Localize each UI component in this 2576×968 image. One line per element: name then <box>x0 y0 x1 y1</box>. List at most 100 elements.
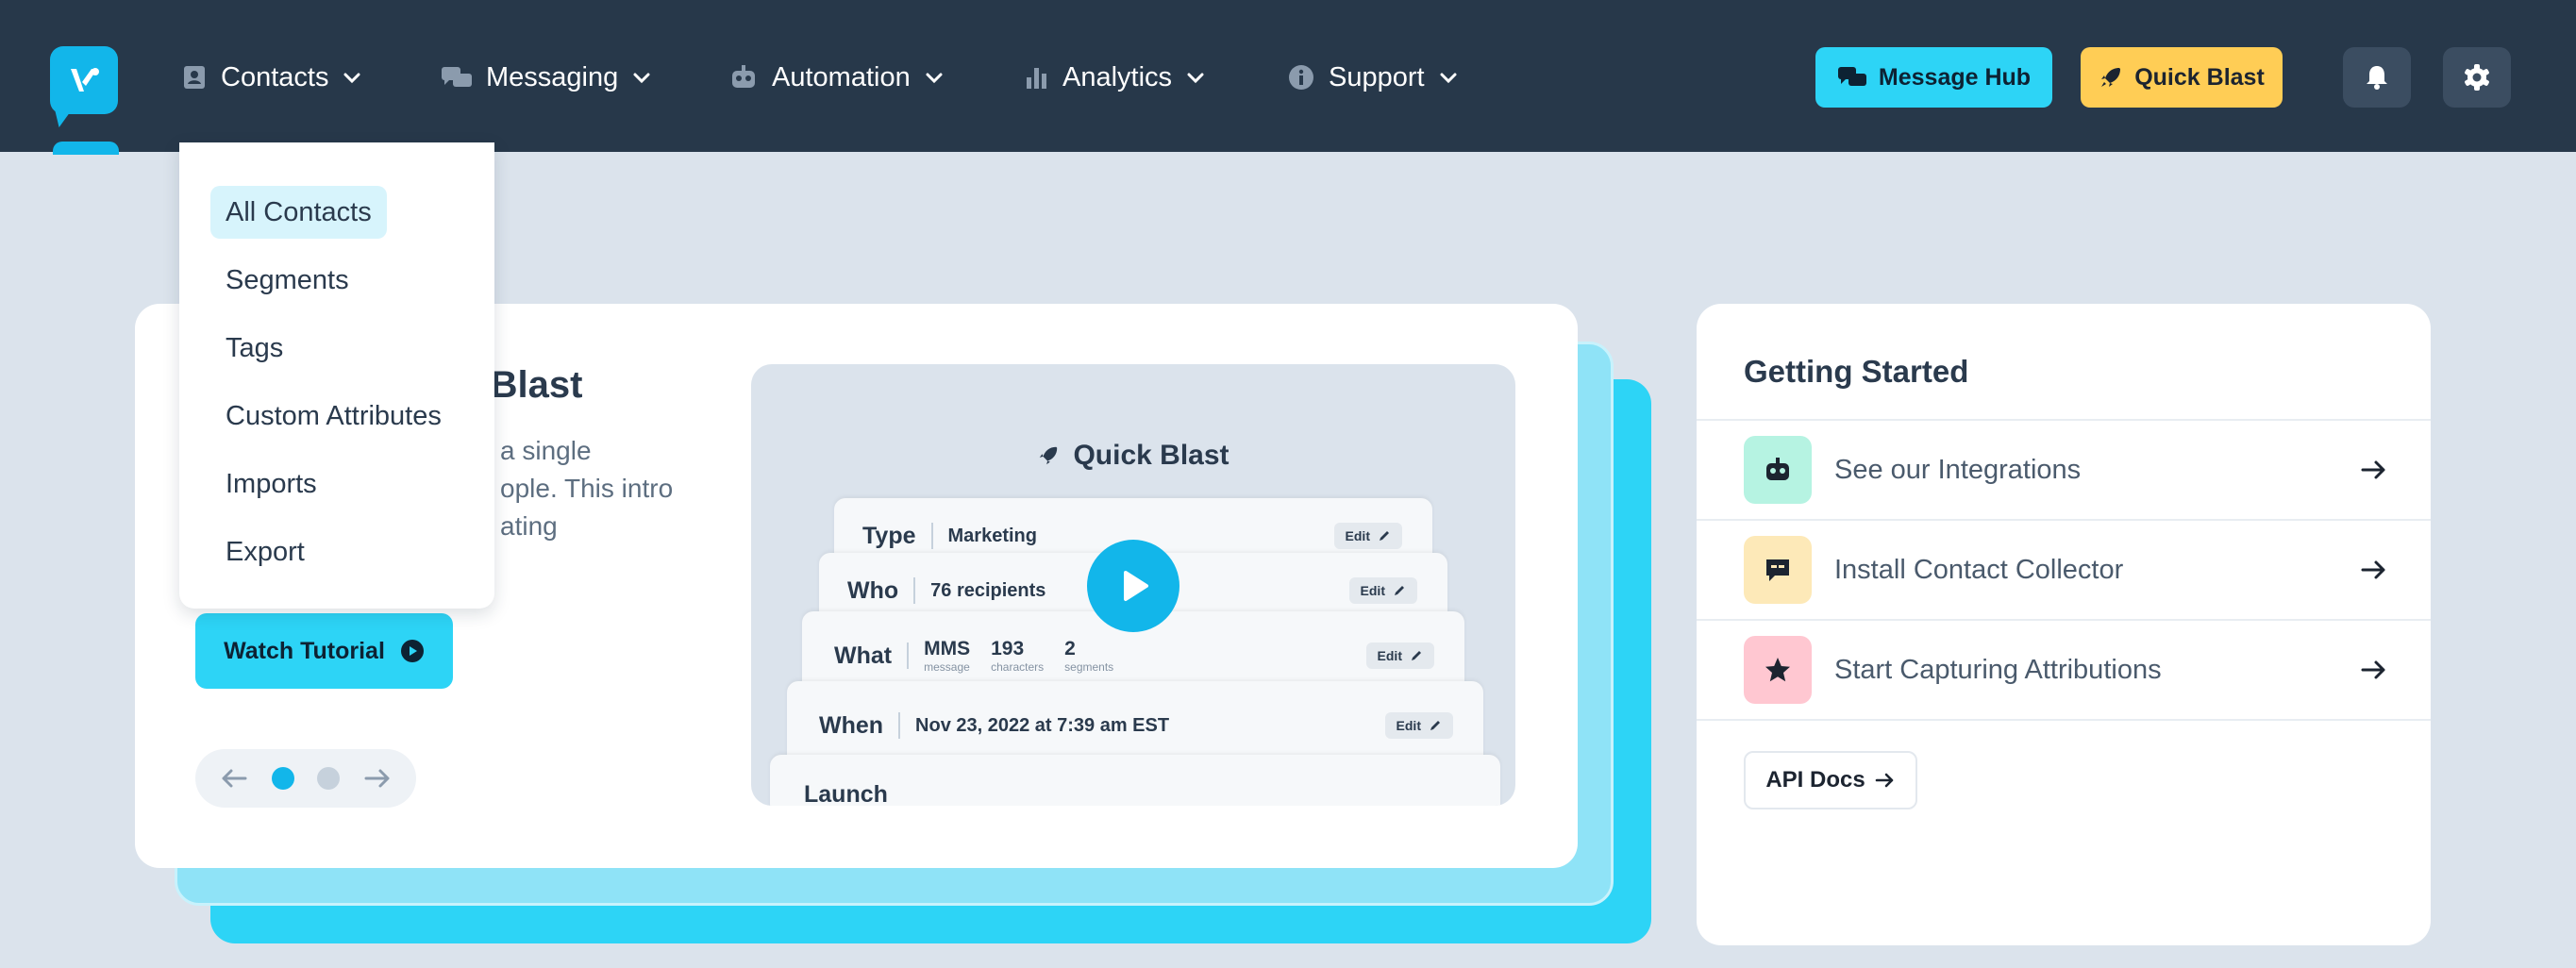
attributions-icon-tile <box>1744 636 1812 704</box>
message-hub-label: Message Hub <box>1878 63 2032 91</box>
menu-item-imports[interactable]: Imports <box>210 458 332 510</box>
watch-tutorial-button[interactable]: Watch Tutorial <box>195 613 453 689</box>
hero-desc-line: ople. This intro <box>500 474 674 503</box>
play-video-button[interactable] <box>1087 540 1179 632</box>
edit-label: Edit <box>1360 583 1385 598</box>
api-docs-label: API Docs <box>1765 767 1865 793</box>
carousel-dot-2[interactable] <box>317 767 341 790</box>
play-circle-icon <box>400 640 424 662</box>
play-icon <box>1124 571 1148 601</box>
preview-title: Quick Blast <box>751 440 1515 472</box>
row-key: When <box>819 711 884 739</box>
stat-value: 193 <box>991 638 1025 659</box>
edit-button: Edit <box>1384 712 1453 739</box>
notifications-button[interactable] <box>2343 47 2411 108</box>
contact-collector-icon-tile <box>1744 536 1812 604</box>
chat-bubble-icon <box>1766 559 1789 581</box>
carousel-pager <box>195 749 416 808</box>
nav-contacts[interactable]: Contacts <box>181 49 362 106</box>
chevron-down-icon <box>1440 73 1457 84</box>
preview-title-text: Quick Blast <box>1073 440 1229 471</box>
nav-messaging[interactable]: Messaging <box>441 49 652 106</box>
row-value: 76 recipients <box>930 579 1046 601</box>
edit-button: Edit <box>1348 577 1417 604</box>
row-key: Who <box>847 576 899 604</box>
edit-button: Edit <box>1333 523 1402 549</box>
arrow-right-icon <box>2361 660 2385 679</box>
nav-analytics-label: Analytics <box>1062 61 1173 92</box>
message-hub-button[interactable]: Message Hub <box>1815 47 2052 108</box>
rocket-icon <box>2101 68 2121 87</box>
info-icon <box>1289 65 1313 90</box>
pencil-icon <box>1380 531 1389 541</box>
contacts-dropdown-menu: All Contacts Segments Tags Custom Attrib… <box>179 142 494 609</box>
hero-description: a single ople. This intro ating <box>500 432 708 545</box>
gs-item-label: Install Contact Collector <box>1834 554 2124 585</box>
robot-icon <box>732 65 755 88</box>
nav-support-label: Support <box>1329 61 1425 92</box>
pencil-icon <box>1395 586 1404 595</box>
watch-tutorial-label: Watch Tutorial <box>224 637 385 664</box>
getting-started-item-contact-collector[interactable]: Install Contact Collector <box>1697 519 2431 619</box>
settings-button[interactable] <box>2443 47 2511 108</box>
menu-item-tags[interactable]: Tags <box>210 322 298 375</box>
nav-analytics[interactable]: Analytics <box>1023 49 1206 106</box>
preview-row-launch: Launch <box>770 755 1500 806</box>
arrow-right-icon <box>2361 560 2385 579</box>
contact-card-icon <box>184 66 205 89</box>
stat-value: MMS <box>924 638 971 659</box>
row-separator <box>907 643 910 669</box>
chevron-down-icon <box>926 73 943 84</box>
gs-item-label: See our Integrations <box>1834 454 2082 485</box>
menu-item-custom-attributes[interactable]: Custom Attributes <box>210 390 457 442</box>
bar-chart-icon <box>1027 68 1046 89</box>
robot-icon <box>1766 458 1789 480</box>
row-key: Launch <box>804 781 888 806</box>
quick-blast-label: Quick Blast <box>2134 63 2265 91</box>
hero-desc-line: ating <box>500 511 558 541</box>
edit-label: Edit <box>1377 648 1402 663</box>
getting-started-item-attributions[interactable]: Start Capturing Attributions <box>1697 619 2431 719</box>
row-value: Marketing <box>947 525 1037 546</box>
arrow-right-icon[interactable] <box>363 767 392 790</box>
arrow-right-icon <box>1875 773 1893 788</box>
row-separator <box>898 712 901 739</box>
bell-icon <box>2367 66 2387 90</box>
what-stat: 2 segments <box>1064 638 1113 674</box>
menu-item-export[interactable]: Export <box>210 526 320 578</box>
pencil-icon <box>1412 651 1421 660</box>
nav-support[interactable]: Support <box>1287 49 1459 106</box>
edit-label: Edit <box>1345 528 1370 543</box>
pencil-icon <box>1430 721 1440 730</box>
nav-automation[interactable]: Automation <box>728 49 945 106</box>
arrow-right-icon <box>2361 460 2385 479</box>
app-logo[interactable] <box>50 46 118 127</box>
arrow-left-icon[interactable] <box>220 767 248 790</box>
getting-started-divider <box>1697 719 2431 721</box>
row-separator <box>930 523 933 549</box>
getting-started-item-integrations[interactable]: See our Integrations <box>1697 419 2431 519</box>
hero-desc-line: a single <box>500 436 592 465</box>
menu-item-all-contacts[interactable]: All Contacts <box>210 186 387 239</box>
menu-item-segments[interactable]: Segments <box>210 254 364 307</box>
api-docs-button[interactable]: API Docs <box>1744 751 1917 809</box>
row-separator <box>913 577 916 604</box>
logo-underline <box>53 142 119 155</box>
rocket-icon <box>1040 446 1058 465</box>
chevron-down-icon <box>343 73 360 84</box>
row-key: What <box>834 642 893 669</box>
chat-bubbles-icon <box>442 67 472 87</box>
stat-unit: characters <box>991 660 1045 674</box>
carousel-dot-1[interactable] <box>271 767 294 790</box>
gs-item-label: Start Capturing Attributions <box>1834 654 2162 685</box>
quick-blast-button[interactable]: Quick Blast <box>2081 47 2283 108</box>
what-stat: 193 characters <box>991 638 1044 674</box>
integrations-icon-tile <box>1744 436 1812 504</box>
star-icon <box>1765 658 1790 682</box>
stat-unit: segments <box>1064 660 1114 674</box>
edit-button: Edit <box>1365 643 1434 669</box>
tutorial-video-preview[interactable]: Quick Blast Type Marketing Edit Who 76 r… <box>751 364 1515 806</box>
chevron-down-icon <box>633 73 650 84</box>
getting-started-title: Getting Started <box>1744 354 1969 389</box>
nav-messaging-label: Messaging <box>486 61 619 92</box>
